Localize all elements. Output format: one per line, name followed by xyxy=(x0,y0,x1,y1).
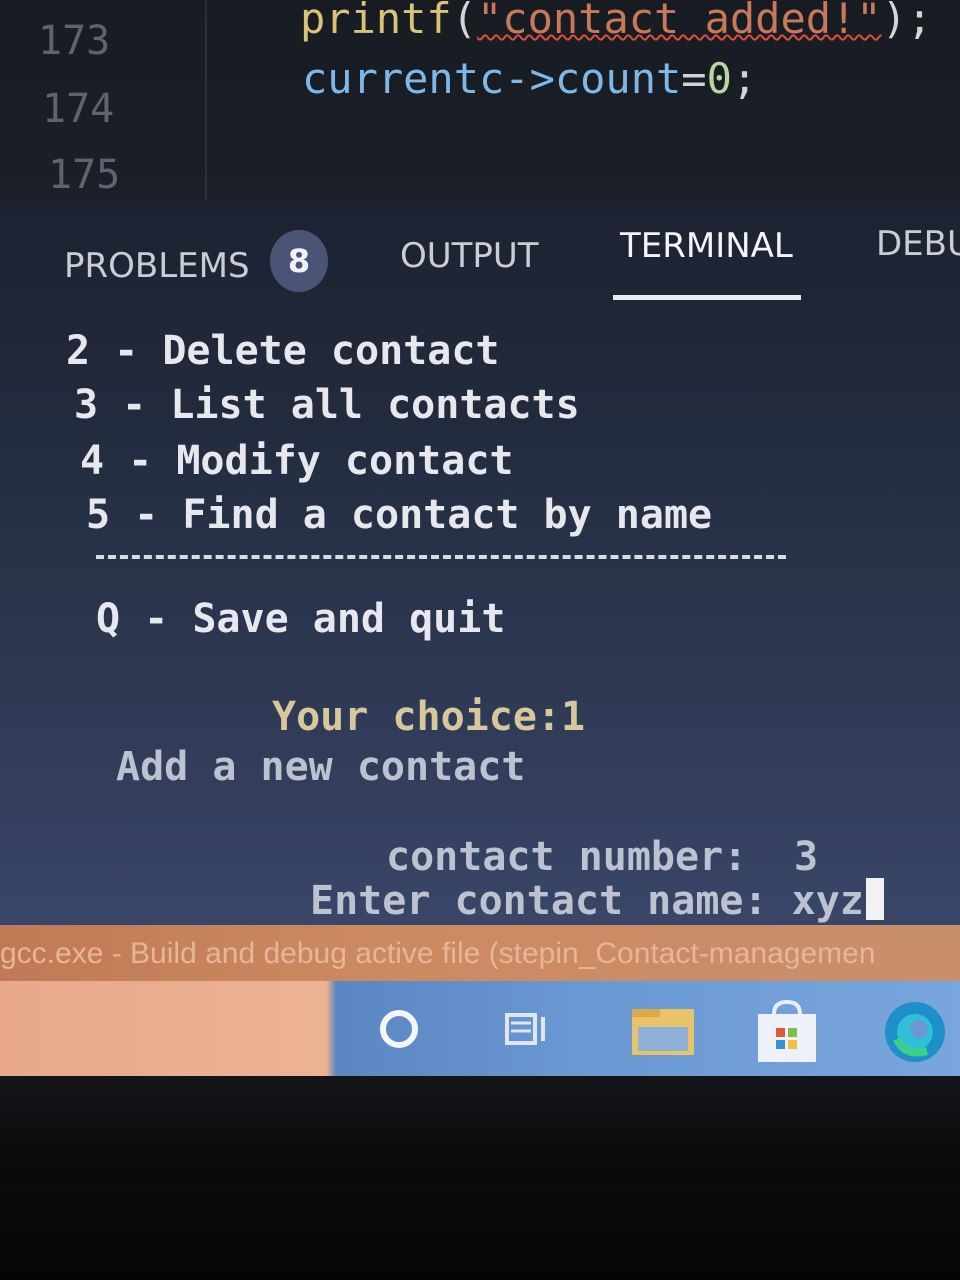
monitor-bezel xyxy=(0,1076,960,1280)
status-bar-task-label[interactable]: gcc.exe - Build and debug active file (s… xyxy=(0,937,876,971)
tab-problems[interactable]: PROBLEMS xyxy=(64,246,250,286)
terminal-line: 2 - Delete contact xyxy=(66,328,500,374)
terminal-line: Add a new contact xyxy=(116,744,526,790)
code-paren: ); xyxy=(881,0,933,43)
code-operator: = xyxy=(681,54,707,103)
tab-output[interactable]: OUTPUT xyxy=(400,236,539,276)
line-number: 173 xyxy=(38,18,111,64)
code-string: "contact added!" xyxy=(477,0,882,43)
search-icon[interactable] xyxy=(374,999,424,1059)
tab-terminal[interactable]: TERMINAL xyxy=(620,226,793,266)
code-variable: currentc->count xyxy=(302,54,682,103)
edge-icon[interactable] xyxy=(872,999,952,1065)
tab-debug-console[interactable]: DEBU xyxy=(876,224,960,264)
code-semicolon: ; xyxy=(731,54,758,103)
file-explorer-icon[interactable] xyxy=(628,999,698,1063)
terminal-line: 5 - Find a contact by name xyxy=(86,492,713,538)
status-bar: gcc.exe - Build and debug active file (s… xyxy=(0,925,960,981)
terminal-prompt-label: Enter contact name: xyxy=(310,878,792,924)
terminal-input-text[interactable]: xyz xyxy=(792,878,864,924)
terminal-separator xyxy=(96,555,786,559)
bottom-panel: PROBLEMS 8 OUTPUT TERMINAL DEBU 2 - Dele… xyxy=(0,200,960,925)
problems-count-badge: 8 xyxy=(270,230,328,292)
terminal-prompt-label: contact number: xyxy=(386,834,748,880)
terminal-line: 4 - Modify contact xyxy=(80,438,514,484)
line-number: 174 xyxy=(42,86,115,132)
photo-screen: 173 174 175 printf("contact added!"); cu… xyxy=(0,0,960,1280)
terminal-line: 3 - List all contacts xyxy=(74,382,580,428)
code-line-174[interactable]: currentc->count=0; xyxy=(302,54,757,103)
active-tab-indicator xyxy=(613,295,801,300)
terminal-choice-line: Your choice:1 xyxy=(272,694,586,740)
code-paren: ( xyxy=(451,0,478,43)
windows-taskbar xyxy=(0,981,960,1076)
terminal-prompt-value: 3 xyxy=(794,834,819,880)
line-number: 175 xyxy=(48,152,121,198)
code-number: 0 xyxy=(706,54,732,103)
code-editor[interactable]: 173 174 175 printf("contact added!"); cu… xyxy=(0,0,960,200)
terminal-input-line[interactable]: Enter contact name: xyz xyxy=(310,878,884,924)
code-function: printf xyxy=(300,0,452,43)
store-icon[interactable] xyxy=(752,999,822,1065)
terminal-line: Q - Save and quit xyxy=(96,596,506,642)
code-line-173[interactable]: printf("contact added!"); xyxy=(300,0,932,43)
text-cursor xyxy=(865,878,884,920)
task-view-icon[interactable] xyxy=(500,999,556,1059)
